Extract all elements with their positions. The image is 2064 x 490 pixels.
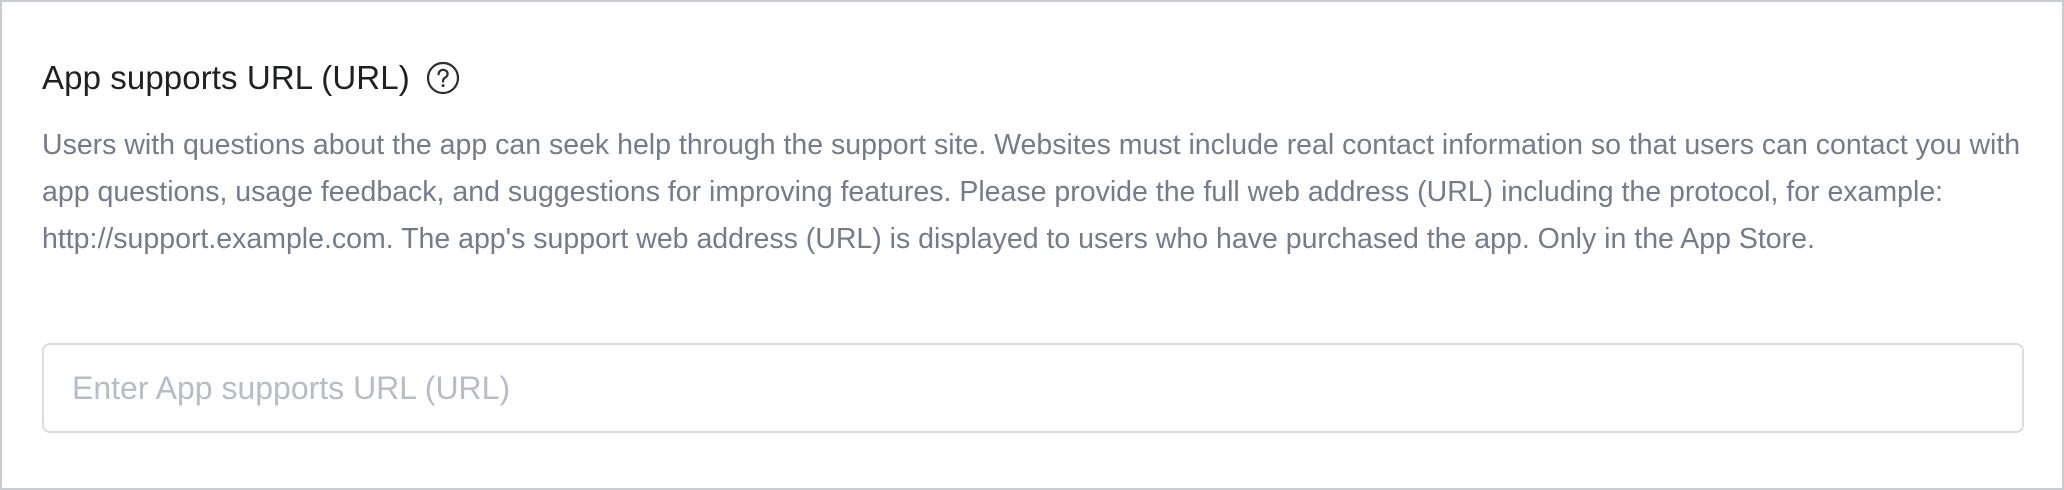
section-header: App supports URL (URL) [42, 54, 460, 102]
support-url-input[interactable] [44, 345, 2022, 431]
support-url-field [42, 343, 2024, 433]
question-circle-icon[interactable] [426, 61, 460, 95]
support-url-panel: App supports URL (URL) Users with questi… [0, 0, 2064, 490]
section-title: App supports URL (URL) [42, 59, 410, 96]
section-description: Users with questions about the app can s… [42, 129, 2021, 255]
